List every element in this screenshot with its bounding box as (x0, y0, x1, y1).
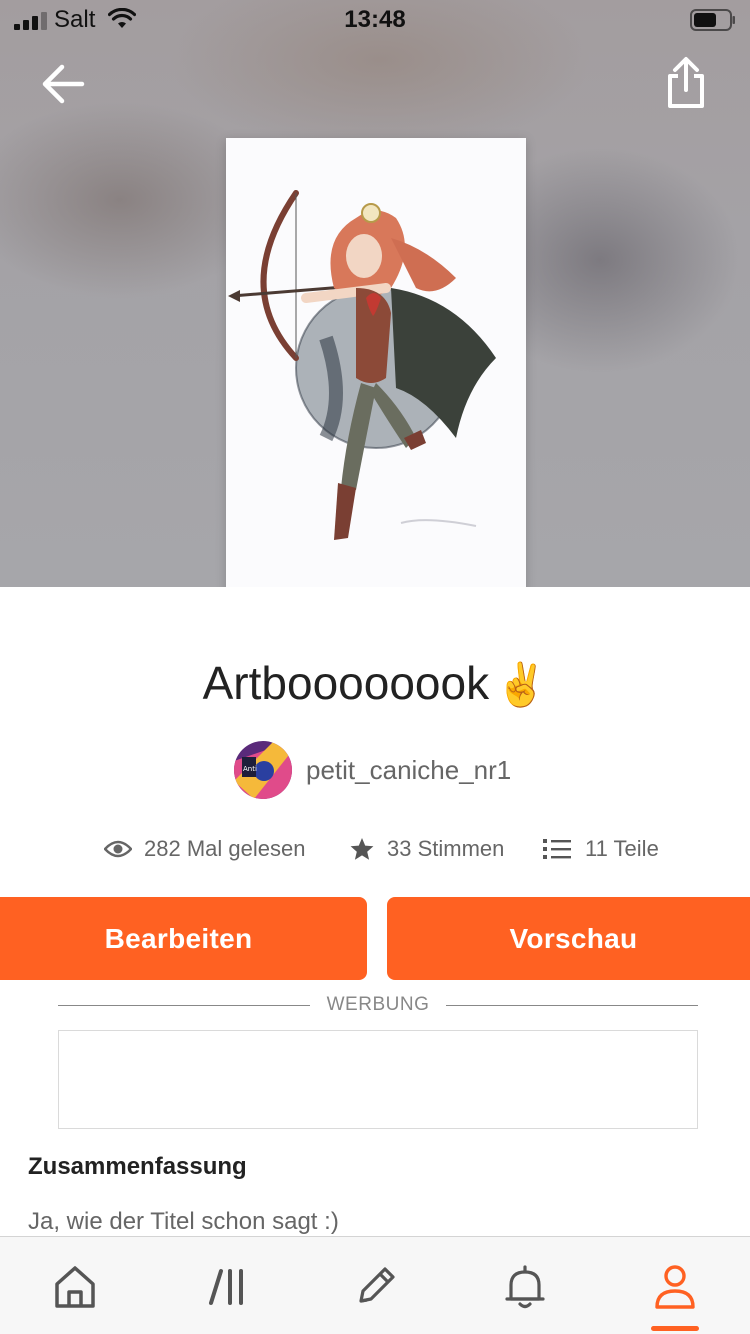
avatar[interactable]: Anti (234, 741, 292, 799)
profile-icon (655, 1265, 695, 1309)
story-title: Artboooooook ✌️ (0, 656, 750, 710)
summary-text: Ja, wie der Titel schon sagt :) (28, 1208, 339, 1235)
edit-button[interactable]: Bearbeiten (0, 897, 367, 980)
summary-heading: Zusammenfassung (28, 1153, 247, 1180)
parts-count: 11 Teile (585, 836, 659, 861)
tab-library[interactable] (197, 1257, 257, 1317)
preview-button[interactable]: Vorschau (387, 897, 750, 980)
parts-stat: 11 Teile (543, 830, 659, 868)
library-icon (209, 1269, 243, 1305)
arrow-left-icon (42, 64, 85, 104)
votes-count: 33 Stimmen (387, 836, 505, 861)
author-avatar-image: Anti (234, 741, 292, 799)
tab-write[interactable] (345, 1257, 405, 1317)
cellular-signal-icon (14, 12, 47, 30)
wifi-icon (108, 8, 136, 28)
svg-text:Anti: Anti (243, 765, 257, 773)
reads-count: 282 Mal gelesen (144, 836, 306, 861)
home-icon (55, 1266, 95, 1308)
star-icon (350, 838, 374, 860)
ad-divider: WERBUNG (58, 992, 698, 1018)
carrier-name: Salt (54, 6, 96, 33)
share-icon (668, 57, 704, 108)
author-link[interactable]: Anti petit_caniche_nr1 (234, 740, 511, 800)
active-tab-indicator (651, 1326, 699, 1331)
tab-notifications[interactable] (495, 1257, 555, 1317)
preview-button-label: Vorschau (509, 922, 638, 954)
story-stats: 282 Mal gelesen 33 Stimmen 11 Teile (0, 830, 750, 868)
victory-hand-emoji: ✌️ (495, 661, 548, 708)
divider-line (446, 1005, 698, 1006)
back-button[interactable] (38, 58, 90, 110)
bottom-navigation (0, 1236, 750, 1334)
eye-icon (104, 840, 132, 858)
bell-icon (505, 1265, 545, 1309)
tab-profile[interactable] (645, 1257, 705, 1317)
reads-stat: 282 Mal gelesen (104, 830, 305, 868)
story-header: Salt 13:48 (0, 0, 750, 587)
list-icon (543, 839, 571, 859)
author-name[interactable]: petit_caniche_nr1 (306, 755, 511, 786)
story-cover[interactable] (226, 138, 526, 587)
votes-stat: 33 Stimmen (349, 830, 504, 868)
status-bar: Salt 13:48 (0, 0, 750, 40)
tab-home[interactable] (45, 1257, 105, 1317)
story-title-text: Artboooooook (202, 657, 490, 709)
pencil-icon (359, 1267, 395, 1303)
ad-slot[interactable] (58, 1030, 698, 1129)
battery-icon (690, 9, 735, 31)
edit-button-label: Bearbeiten (104, 922, 253, 954)
cover-illustration (228, 190, 496, 540)
share-button[interactable] (660, 54, 712, 112)
